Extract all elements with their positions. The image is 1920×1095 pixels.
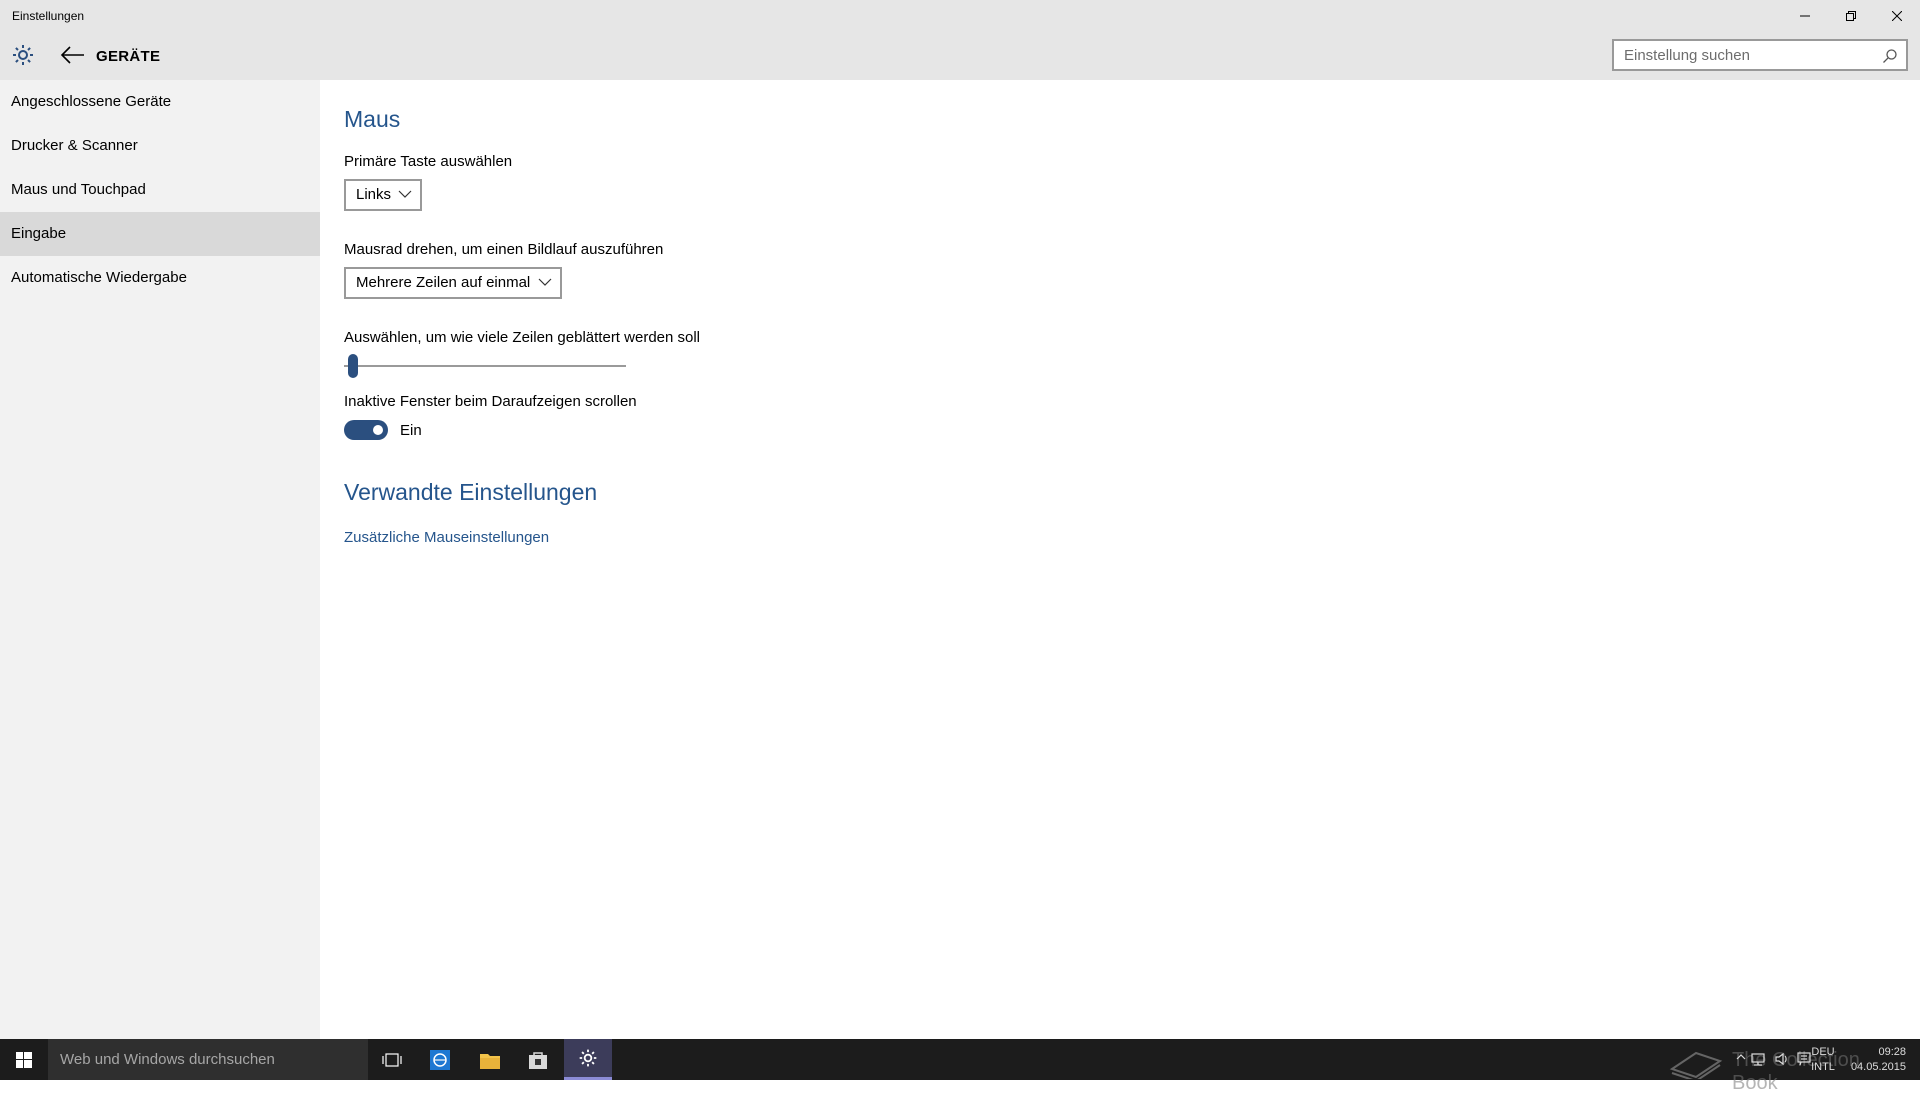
slider-thumb[interactable] [348, 354, 358, 378]
ie-icon [430, 1049, 450, 1070]
close-icon [1892, 10, 1902, 21]
back-arrow-icon[interactable] [58, 43, 86, 67]
sidebar-item-drucker-scanner[interactable]: Drucker & Scanner [0, 124, 320, 168]
slider-track [344, 365, 626, 367]
section-title: Maus [344, 106, 401, 132]
minimize-icon [1800, 15, 1810, 16]
settings-window: Einstellungen GERÄTE Einstellung suchen … [0, 0, 1920, 1039]
page-breadcrumb: GERÄTE [96, 48, 161, 65]
restore-icon [1846, 10, 1856, 21]
settings-taskbar-button[interactable] [564, 1039, 612, 1080]
inactive-scroll-label: Inaktive Fenster beim Daraufzeigen scrol… [344, 393, 637, 410]
store-taskbar-button[interactable] [514, 1039, 562, 1080]
minimize-button[interactable] [1782, 0, 1828, 31]
language-line1: DEU [1811, 1046, 1835, 1058]
additional-mouse-settings-link[interactable]: Zusätzliche Mauseinstellungen [344, 529, 549, 546]
toggle-knob [373, 425, 383, 435]
windows-start-icon [16, 1051, 32, 1068]
sidebar: Angeschlossene Geräte Drucker & Scanner … [0, 80, 320, 1039]
start-button[interactable] [0, 1039, 48, 1080]
ie-taskbar-button[interactable] [416, 1039, 464, 1080]
main-content: Maus Primäre Taste auswählen Links Mausr… [320, 80, 1920, 1039]
gear-icon [13, 45, 33, 65]
lines-slider[interactable] [344, 354, 626, 378]
task-view-icon [382, 1052, 402, 1067]
search-icon[interactable] [1882, 48, 1898, 64]
clock-date: 04.05.2015 [1850, 1061, 1906, 1073]
task-view-button[interactable] [368, 1039, 416, 1080]
inactive-scroll-toggle[interactable] [344, 420, 388, 440]
language-line2: INTL [1811, 1061, 1835, 1073]
settings-gear-icon [579, 1049, 597, 1067]
taskbar-search-placeholder: Web und Windows durchsuchen [60, 1051, 275, 1068]
lines-slider-label: Auswählen, um wie viele Zeilen geblätter… [344, 329, 701, 346]
title-bar: Einstellungen [0, 0, 1920, 31]
sidebar-item-maus-touchpad[interactable]: Maus und Touchpad [0, 168, 320, 212]
primary-button-value: Links [356, 186, 392, 203]
chevron-down-icon [538, 278, 552, 286]
chevron-down-icon [398, 190, 412, 198]
toggle-state-label: Ein [400, 422, 422, 439]
taskbar-search-box[interactable]: Web und Windows durchsuchen [48, 1039, 368, 1080]
store-icon [529, 1051, 547, 1069]
file-explorer-taskbar-button[interactable] [466, 1039, 514, 1080]
file-explorer-icon [480, 1053, 500, 1069]
restore-button[interactable] [1828, 0, 1874, 31]
taskbar: Web und Windows durchsuchen The Collecti… [0, 1039, 1920, 1094]
sidebar-item-automatische-wiedergabe[interactable]: Automatische Wiedergabe [0, 256, 320, 300]
header-bar: GERÄTE [0, 31, 1920, 80]
volume-icon[interactable] [1774, 1051, 1790, 1067]
taskbar-clock[interactable]: 09:28 04.05.2015 [1846, 1045, 1906, 1075]
wheel-scroll-label: Mausrad drehen, um einen Bildlauf auszuf… [344, 241, 664, 258]
sidebar-item-angeschlossene-geraete[interactable]: Angeschlossene Geräte [0, 80, 320, 124]
related-settings-title: Verwandte Einstellungen [344, 479, 598, 505]
search-input[interactable] [1614, 41, 1874, 69]
wheel-scroll-dropdown[interactable]: Mehrere Zeilen auf einmal [344, 267, 562, 299]
network-icon[interactable] [1750, 1051, 1766, 1067]
chevron-up-icon[interactable] [1736, 1053, 1746, 1061]
window-title: Einstellungen [12, 9, 85, 23]
wheel-scroll-value: Mehrere Zeilen auf einmal [356, 274, 531, 291]
sidebar-item-eingabe[interactable]: Eingabe [0, 212, 320, 256]
book-watermark-icon [1669, 1051, 1723, 1083]
primary-button-label: Primäre Taste auswählen [344, 153, 513, 170]
close-button[interactable] [1874, 0, 1920, 31]
input-language-indicator[interactable]: DEU INTL [1808, 1045, 1838, 1075]
settings-search-box [1612, 39, 1908, 71]
clock-time: 09:28 [1878, 1046, 1906, 1058]
primary-button-dropdown[interactable]: Links [344, 179, 422, 211]
